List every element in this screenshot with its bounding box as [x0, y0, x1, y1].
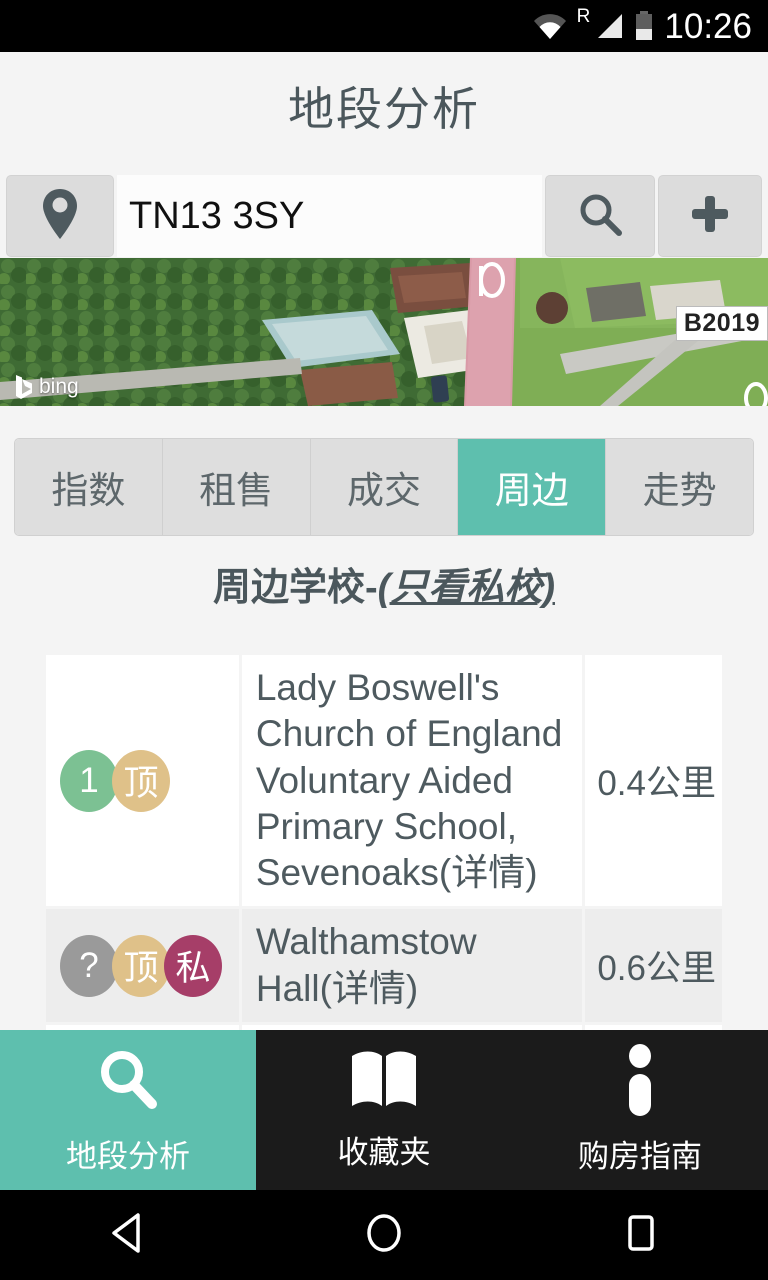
table-row[interactable]: 1 顶 Lady Boswell's Church of England Vol… [46, 655, 722, 907]
location-pin-icon [40, 186, 80, 247]
tab-transactions-label: 成交 [346, 470, 421, 511]
school-distance: 0.6公里 [585, 909, 722, 1022]
nav-item-buying-guide[interactable]: 购房指南 [512, 1030, 768, 1190]
search-bar: TN13 3SY [0, 172, 768, 260]
roaming-indicator: R [576, 6, 591, 27]
nearby-schools-table: 1 顶 Lady Boswell's Church of England Vol… [43, 652, 725, 1088]
school-name[interactable]: Lady Boswell's Church of England Volunta… [241, 655, 583, 907]
plus-icon [687, 191, 733, 242]
tab-index-label: 指数 [51, 470, 126, 511]
analysis-tabs: 指数 租售 成交 周边 走势 [14, 438, 754, 536]
book-icon [348, 1048, 420, 1117]
back-triangle-icon [108, 1212, 148, 1259]
school-rank-badge: ? [60, 934, 118, 997]
battery-icon [634, 11, 654, 41]
add-button[interactable] [658, 175, 762, 257]
android-system-nav [0, 1190, 768, 1280]
nav-item-buying-guide-label: 购房指南 [578, 1139, 702, 1174]
tab-surroundings-label: 周边 [494, 470, 569, 511]
tab-transactions[interactable]: 成交 [310, 439, 459, 535]
tab-rent-sale-label: 租售 [199, 470, 274, 511]
school-badges-cell: ? 顶 私 [46, 909, 239, 1022]
private-schools-filter-link[interactable]: (只看私校) [378, 567, 555, 609]
bottom-navigation: 地段分析 收藏夹 购房指南 [0, 1030, 768, 1190]
bing-logo-icon [16, 375, 32, 399]
postcode-input[interactable]: TN13 3SY [117, 175, 542, 257]
status-time: 10:26 [664, 6, 752, 46]
page-title: 地段分析 [288, 83, 480, 135]
app-screen: R 10:26 地段分析 TN13 3SY bing B2019 指数 租售 成… [0, 0, 768, 1280]
page-title-bar: 地段分析 [0, 52, 768, 160]
school-badges-cell: 1 顶 [46, 655, 239, 907]
search-button[interactable] [545, 175, 655, 257]
school-name[interactable]: Walthamstow Hall(详情) [241, 909, 583, 1022]
map-satellite-image [0, 258, 768, 406]
nav-item-area-analysis[interactable]: 地段分析 [0, 1030, 256, 1190]
search-icon [576, 190, 624, 243]
home-circle-icon [363, 1212, 405, 1259]
status-bar: R 10:26 [0, 0, 768, 52]
section-heading: 周边学校-(只看私校) [0, 556, 768, 611]
table-row[interactable]: ? 顶 私 Walthamstow Hall(详情) 0.6公里 [46, 909, 722, 1022]
nav-item-favorites-label: 收藏夹 [337, 1135, 431, 1170]
search-icon [92, 1044, 164, 1121]
info-icon [620, 1044, 660, 1121]
map-preview[interactable]: bing B2019 [0, 258, 768, 406]
school-rank-badge: 1 [60, 749, 118, 812]
tab-index[interactable]: 指数 [15, 439, 163, 535]
tab-rent-sale[interactable]: 租售 [162, 439, 311, 535]
recents-square-icon [620, 1212, 660, 1259]
road-label: B2019 [675, 306, 768, 341]
nav-item-favorites[interactable]: 收藏夹 [256, 1030, 512, 1190]
tab-trends-label: 走势 [642, 470, 717, 511]
wifi-icon [533, 12, 567, 40]
section-heading-text: 周边学校- [213, 567, 378, 609]
nav-item-area-analysis-label: 地段分析 [66, 1139, 190, 1174]
bing-attribution-text: bing [39, 375, 79, 398]
recents-button[interactable] [512, 1212, 768, 1259]
home-button[interactable] [256, 1212, 512, 1259]
school-top-badge: 顶 [112, 934, 170, 997]
bing-attribution: bing [14, 374, 79, 400]
school-top-badge: 顶 [112, 749, 170, 812]
tab-surroundings[interactable]: 周边 [458, 439, 607, 535]
signal-icon [594, 12, 624, 40]
back-button[interactable] [0, 1212, 256, 1259]
location-pin-button[interactable] [6, 175, 114, 257]
tab-trends[interactable]: 走势 [606, 439, 753, 535]
school-private-badge: 私 [164, 934, 222, 997]
school-distance: 0.4公里 [585, 655, 722, 907]
